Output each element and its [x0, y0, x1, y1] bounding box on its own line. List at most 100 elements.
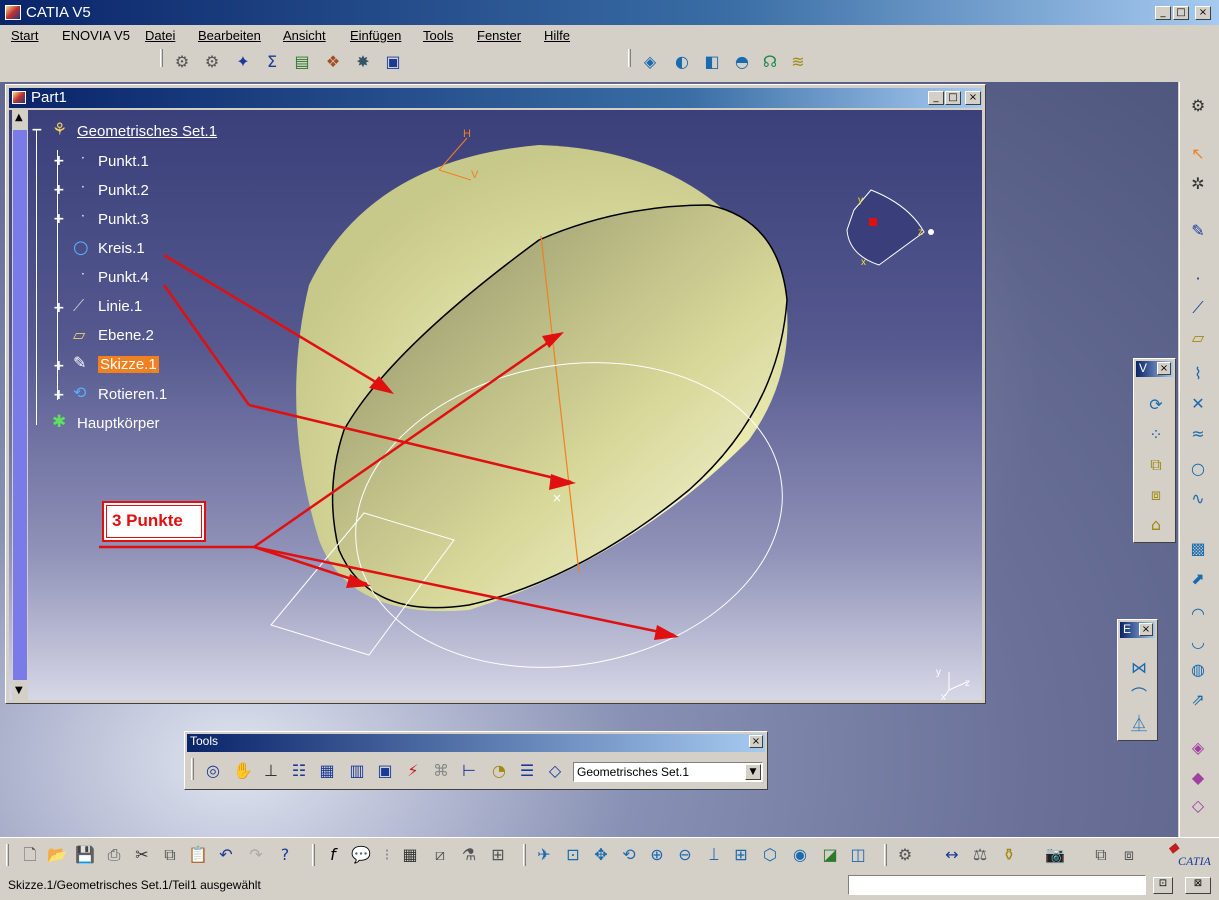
- extrude-icon[interactable]: ⬈: [1186, 567, 1210, 591]
- new-file-icon[interactable]: 🗋: [18, 843, 42, 867]
- offset-icon[interactable]: ⇗: [1186, 688, 1210, 712]
- 3d-scene[interactable]: H V × y z x y z x: [9, 110, 982, 700]
- plane-tool-icon[interactable]: ▱: [1186, 326, 1210, 350]
- tree-scrollbar[interactable]: ▲ ▼: [12, 110, 28, 700]
- paste-icon[interactable]: 📋: [186, 843, 210, 867]
- catalog-browser-icon[interactable]: ⧄: [428, 843, 452, 867]
- break-icon[interactable]: ⚡: [401, 759, 425, 783]
- status-button-2[interactable]: ⊠: [1185, 877, 1211, 894]
- healing-icon[interactable]: ◆: [1186, 766, 1210, 790]
- status-button-1[interactable]: ⊡: [1153, 877, 1173, 894]
- tree-item-rotieren-1[interactable]: Rotieren.1: [98, 386, 167, 403]
- grid-icon[interactable]: ▦: [315, 759, 339, 783]
- fly-mode-icon[interactable]: ✈: [532, 843, 556, 867]
- undo-icon[interactable]: ↶: [214, 843, 238, 867]
- swap-space-icon[interactable]: ◫: [846, 843, 870, 867]
- toolbar-grip[interactable]: [312, 844, 315, 866]
- symmetry-icon[interactable]: ⟳: [1144, 393, 1168, 417]
- measure-icon[interactable]: ↔: [940, 843, 964, 867]
- select-icon[interactable]: ↖: [1186, 142, 1210, 166]
- gear-icon[interactable]: ⚙: [170, 50, 194, 74]
- list-icon[interactable]: ☰: [515, 759, 539, 783]
- translate-icon[interactable]: ⧉: [1144, 453, 1168, 477]
- zoom-out-icon[interactable]: ⊖: [673, 843, 697, 867]
- layers-icon[interactable]: ≋: [786, 50, 810, 74]
- open-icon[interactable]: 📂: [45, 843, 69, 867]
- toolbar-grip[interactable]: [191, 758, 194, 780]
- tree-expand-icon[interactable]: +: [53, 212, 66, 226]
- line-tool-icon[interactable]: ⟋: [1186, 296, 1210, 320]
- formula-icon[interactable]: Σ: [260, 50, 284, 74]
- menu-einfuegen[interactable]: Einfügen: [350, 28, 401, 43]
- parallel-curve-icon[interactable]: ≈: [1186, 422, 1210, 446]
- tools-toolbar-title[interactable]: Tools ×: [187, 734, 765, 752]
- menu-ansicht[interactable]: Ansicht: [283, 28, 326, 43]
- revolve-tool-icon[interactable]: ◠: [1186, 602, 1210, 626]
- copy-icon[interactable]: ▣: [373, 759, 397, 783]
- point-tool-icon[interactable]: ·: [1186, 267, 1210, 291]
- sheet-icon[interactable]: ▤: [290, 50, 314, 74]
- chevron-down-icon[interactable]: ▼: [745, 764, 761, 780]
- close-icon[interactable]: ×: [749, 735, 763, 748]
- extrapolate-icon[interactable]: ⋈: [1127, 656, 1151, 680]
- knowledge-icon[interactable]: ✦: [231, 50, 255, 74]
- tree-item-skizze-1[interactable]: Skizze.1: [98, 356, 159, 373]
- tree-reorder-icon[interactable]: ☷: [287, 759, 311, 783]
- table-icon[interactable]: ▦: [398, 843, 422, 867]
- projection-icon[interactable]: ⌇: [1186, 362, 1210, 386]
- affinity-icon[interactable]: ⌂: [1144, 513, 1168, 537]
- axis-system-icon[interactable]: ⊥: [259, 759, 283, 783]
- spline-icon[interactable]: ∿: [1186, 487, 1210, 511]
- close-button[interactable]: ×: [1195, 6, 1211, 20]
- render-icon[interactable]: ◐: [670, 50, 694, 74]
- cut-icon[interactable]: ✂: [130, 843, 154, 867]
- menu-tools[interactable]: Tools: [423, 28, 453, 43]
- lights-icon[interactable]: ☊: [758, 50, 782, 74]
- window-tile-icon[interactable]: ⧉: [1089, 843, 1113, 867]
- gears-icon[interactable]: ⚙: [200, 50, 224, 74]
- surface-icon[interactable]: ▩: [1186, 537, 1210, 561]
- solid-icon[interactable]: ▥: [345, 759, 369, 783]
- close-icon[interactable]: ×: [1157, 362, 1171, 375]
- scale-icon[interactable]: ⧈: [1144, 483, 1168, 507]
- menu-datei[interactable]: Datei: [145, 28, 175, 43]
- intersection-icon[interactable]: ✕: [1186, 392, 1210, 416]
- floating-toolbar-e-title[interactable]: E ×: [1120, 622, 1155, 638]
- menu-start[interactable]: Start: [11, 28, 38, 43]
- hierarchy-icon[interactable]: ⊢: [457, 759, 481, 783]
- cylinder-icon[interactable]: ◍: [1186, 658, 1210, 682]
- save-file-icon[interactable]: 💾: [73, 843, 97, 867]
- rotate-icon[interactable]: ⟲: [617, 843, 641, 867]
- part-design-icon[interactable]: ⚙: [1186, 94, 1210, 118]
- scroll-thumb[interactable]: [13, 130, 27, 680]
- tree-expand-icon[interactable]: +: [53, 388, 66, 402]
- sketcher-icon[interactable]: ✎: [1186, 219, 1210, 243]
- tree-expand-icon[interactable]: +: [53, 154, 66, 168]
- toolbar-grip-2[interactable]: [628, 49, 631, 67]
- extract-icon[interactable]: ⌒: [1127, 684, 1151, 708]
- update-icon[interactable]: ◎: [201, 759, 225, 783]
- tree-item-linie-1[interactable]: Linie.1: [98, 298, 142, 315]
- pan-icon[interactable]: ✥: [589, 843, 613, 867]
- copy-file-icon[interactable]: ⧉: [158, 843, 182, 867]
- circle-tool-icon[interactable]: ○: [1186, 457, 1210, 481]
- options-icon[interactable]: ⚙: [893, 843, 917, 867]
- scroll-up-icon[interactable]: ▲: [15, 112, 23, 123]
- doc-maximize-button[interactable]: □: [945, 91, 961, 105]
- floating-toolbar-v-title[interactable]: V ×: [1136, 361, 1173, 377]
- maximize-button[interactable]: □: [1173, 6, 1189, 20]
- multi-view-icon[interactable]: ⊞: [729, 843, 753, 867]
- tree-item-punkt-4[interactable]: Punkt.4: [98, 269, 149, 286]
- sphere-icon[interactable]: ◡: [1186, 630, 1210, 654]
- fit-all-icon[interactable]: ⊡: [561, 843, 585, 867]
- shading-icon[interactable]: ◓: [730, 50, 754, 74]
- minimize-button[interactable]: _: [1155, 6, 1171, 20]
- inertia-icon[interactable]: ⚖: [968, 843, 992, 867]
- tree-item-kreis-1[interactable]: Kreis.1: [98, 240, 145, 257]
- iso-view-icon[interactable]: ⬡: [758, 843, 782, 867]
- pattern-icon[interactable]: ⁘: [1144, 423, 1168, 447]
- comment-icon[interactable]: 💬: [349, 843, 373, 867]
- menu-hilfe[interactable]: Hilfe: [544, 28, 570, 43]
- toolbar-grip[interactable]: [6, 844, 9, 866]
- print-icon[interactable]: ⎙: [102, 843, 126, 867]
